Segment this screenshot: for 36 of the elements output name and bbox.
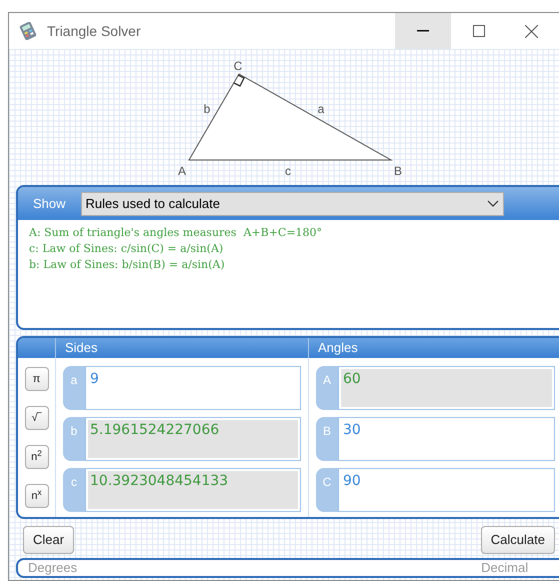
field-label: C [322,474,332,491]
function-button[interactable]: π [24,367,48,391]
close-icon [525,24,538,38]
vertex-label: B [394,164,402,178]
field-label: B [322,423,331,440]
window-title: Triangle Solver [47,22,141,41]
rule-text: A: Sum of triangle's angles measures A+B+C=180° [29,225,324,241]
function-button[interactable]: n$^{2}$ [24,445,48,469]
function-button[interactable]: n$^{x}$ [24,484,48,508]
rule-text: c: Law of Sines: c/sin(C) = a/sin(A) [29,241,224,257]
number-format-text: Decimal [481,559,528,578]
clear-button[interactable]: Clear [23,526,74,554]
field-label: A [322,372,331,389]
column-heading: Sides [56,338,309,358]
calculator-icon [19,22,37,40]
maximize-icon [472,25,485,37]
field-label: a [70,372,78,389]
field-label: b [70,423,78,440]
side-label: c [285,164,291,178]
vertex-label: C [234,59,242,73]
calculate-button[interactable]: Calculate [480,526,555,554]
side-label: a [318,102,324,116]
show-label: Show [33,194,66,213]
value-field[interactable]: 90 [338,468,555,512]
rule-text: b: Law of Sines: b/sin(B) = a/sin(A) [29,257,226,273]
side-label: b [204,102,210,116]
angle-unit-text: Degrees [28,559,78,578]
vertex-label: A [178,164,186,178]
field-label: c [71,474,77,491]
column-heading: Angles [317,339,358,357]
function-button[interactable]: √‾ [24,406,48,430]
chevron-down-icon [486,200,499,208]
value-field[interactable]: 9 [85,366,301,410]
rules-dropdown[interactable]: Rules used to calculate [80,192,504,216]
minimize-icon [416,30,429,32]
value-field[interactable]: 30 [338,417,555,461]
